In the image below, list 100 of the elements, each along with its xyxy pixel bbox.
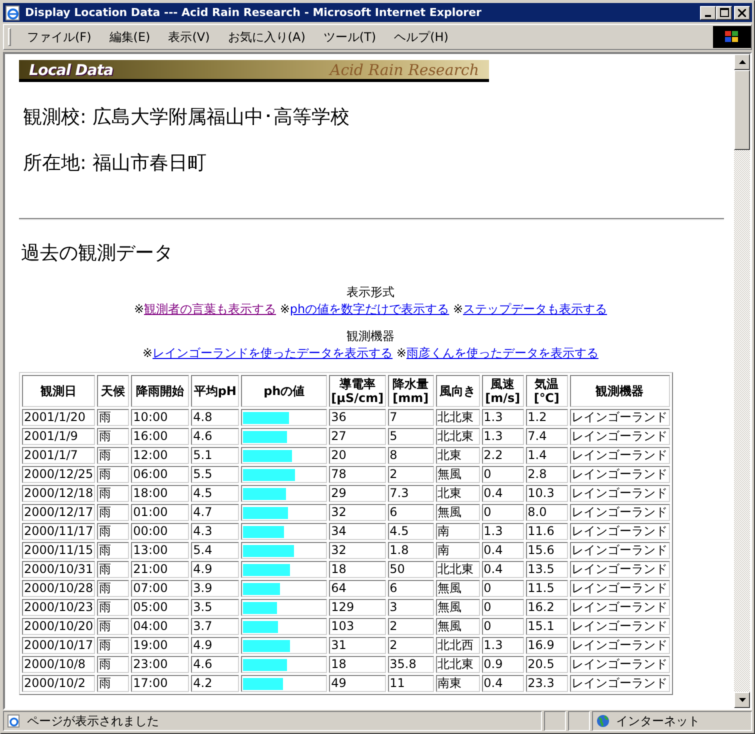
table-cell: 無風 — [436, 504, 480, 521]
column-header: 風向き — [436, 375, 480, 407]
table-cell: レインゴーランド — [570, 637, 670, 654]
table-cell: 6 — [388, 580, 434, 597]
table-cell: 17:00 — [131, 675, 190, 692]
table-cell: 103 — [329, 618, 386, 635]
table-cell: 4.6 — [191, 428, 240, 445]
table-cell: 6 — [388, 504, 434, 521]
table-cell: 78 — [329, 466, 386, 483]
table-cell: 北北東 — [436, 428, 480, 445]
scroll-down-button[interactable] — [734, 692, 750, 708]
flag-logo-icon — [713, 26, 751, 48]
table-cell: 32 — [329, 504, 386, 521]
table-cell: 2001/1/7 — [22, 447, 96, 464]
table-cell: 20.5 — [526, 656, 568, 673]
table-cell: 2000/10/17 — [22, 637, 96, 654]
table-cell: 64 — [329, 580, 386, 597]
table-cell: 12:00 — [131, 447, 190, 464]
table-cell: 無風 — [436, 599, 480, 616]
maximize-icon — [720, 8, 728, 17]
table-cell: 32 — [329, 542, 386, 559]
table-cell: 15.1 — [526, 618, 568, 635]
reference-mark: ※ — [452, 302, 464, 316]
column-header: 平均pH — [191, 375, 240, 407]
table-cell: 2001/1/9 — [22, 428, 96, 445]
table-cell: 5 — [388, 428, 434, 445]
table-cell: 3 — [388, 599, 434, 616]
link-group-heading: 観測機器 — [346, 329, 394, 343]
table-cell: 0.4 — [482, 561, 524, 578]
table-cell: 2000/10/23 — [22, 599, 96, 616]
table-cell: 2000/12/18 — [22, 485, 96, 502]
table-cell: 07:00 — [131, 580, 190, 597]
close-icon — [738, 8, 746, 16]
table-cell: 7.4 — [526, 428, 568, 445]
table-cell: 北東 — [436, 485, 480, 502]
table-cell: レインゴーランド — [570, 618, 670, 635]
menu-item[interactable]: ヘルプ(H) — [388, 26, 454, 48]
option-link[interactable]: レインゴーランドを使ったデータを表示する — [152, 346, 393, 360]
table-cell: 04:00 — [131, 618, 190, 635]
table-cell: レインゴーランド — [570, 561, 670, 578]
table-cell: 19:00 — [131, 637, 190, 654]
table-cell: 4.9 — [191, 637, 240, 654]
table-cell: 10.3 — [526, 485, 568, 502]
column-header: 観測機器 — [570, 375, 670, 407]
table-cell: 無風 — [436, 466, 480, 483]
table-cell: 2000/12/17 — [22, 504, 96, 521]
maximize-button[interactable] — [716, 6, 732, 20]
table-cell: 0.4 — [482, 675, 524, 692]
table-cell: 18 — [329, 561, 386, 578]
table-cell: 4.2 — [191, 675, 240, 692]
table-cell: 雨 — [97, 466, 130, 483]
table-cell: 7.3 — [388, 485, 434, 502]
table-cell: 1.2 — [526, 409, 568, 426]
table-cell: 23.3 — [526, 675, 568, 692]
option-link[interactable]: 雨彦くんを使ったデータを表示する — [406, 346, 598, 360]
table-cell: 00:00 — [131, 523, 190, 540]
scrollbar[interactable] — [734, 54, 750, 708]
reference-mark: ※ — [142, 346, 153, 360]
column-header: 天候 — [97, 375, 130, 407]
table-cell: 129 — [329, 599, 386, 616]
table-cell: 北北東 — [436, 561, 480, 578]
option-link[interactable]: 観測者の言葉も表示する — [144, 302, 276, 316]
table-cell: 雨 — [97, 428, 130, 445]
reference-mark: ※ — [280, 302, 290, 316]
close-button[interactable] — [734, 6, 750, 20]
table-cell: 0 — [482, 618, 524, 635]
table-cell: 4.5 — [191, 485, 240, 502]
table-cell: レインゴーランド — [570, 523, 670, 540]
table-cell: 31 — [329, 637, 386, 654]
menu-item[interactable]: ファイル(F) — [21, 26, 98, 48]
table-cell: 2001/1/20 — [22, 409, 96, 426]
table-cell: 2000/10/2 — [22, 675, 96, 692]
globe-icon — [596, 714, 610, 728]
table-cell: 2000/10/8 — [22, 656, 96, 673]
menu-item[interactable]: ツール(T) — [317, 26, 382, 48]
reference-mark: ※ — [134, 302, 144, 316]
table-cell: 34 — [329, 523, 386, 540]
option-link[interactable]: phの値を数字だけで表示する — [290, 302, 450, 316]
table-cell: 10:00 — [131, 409, 190, 426]
table-cell: 2000/11/15 — [22, 542, 96, 559]
table-cell: 4.5 — [388, 523, 434, 540]
minimize-button[interactable] — [700, 6, 716, 20]
table-cell: 36 — [329, 409, 386, 426]
option-link[interactable]: ステップデータも表示する — [463, 302, 608, 316]
menu-item[interactable]: お気に入り(A) — [222, 26, 312, 48]
table-cell: 0 — [482, 466, 524, 483]
menu-item[interactable]: 表示(V) — [162, 26, 216, 48]
table-cell: レインゴーランド — [570, 580, 670, 597]
table-cell: 16:00 — [131, 428, 190, 445]
status-message: ページが表示されました — [27, 712, 159, 730]
table-cell: 05:00 — [131, 599, 190, 616]
down-arrow-icon — [738, 698, 746, 702]
scroll-thumb[interactable] — [734, 70, 750, 150]
scroll-up-button[interactable] — [734, 54, 750, 70]
table-cell: 2.2 — [482, 447, 524, 464]
table-cell: 5.4 — [191, 542, 240, 559]
table-cell: 50 — [388, 561, 434, 578]
table-cell: 2 — [388, 618, 434, 635]
menu-item[interactable]: 編集(E) — [103, 26, 156, 48]
up-arrow-icon — [738, 60, 746, 64]
